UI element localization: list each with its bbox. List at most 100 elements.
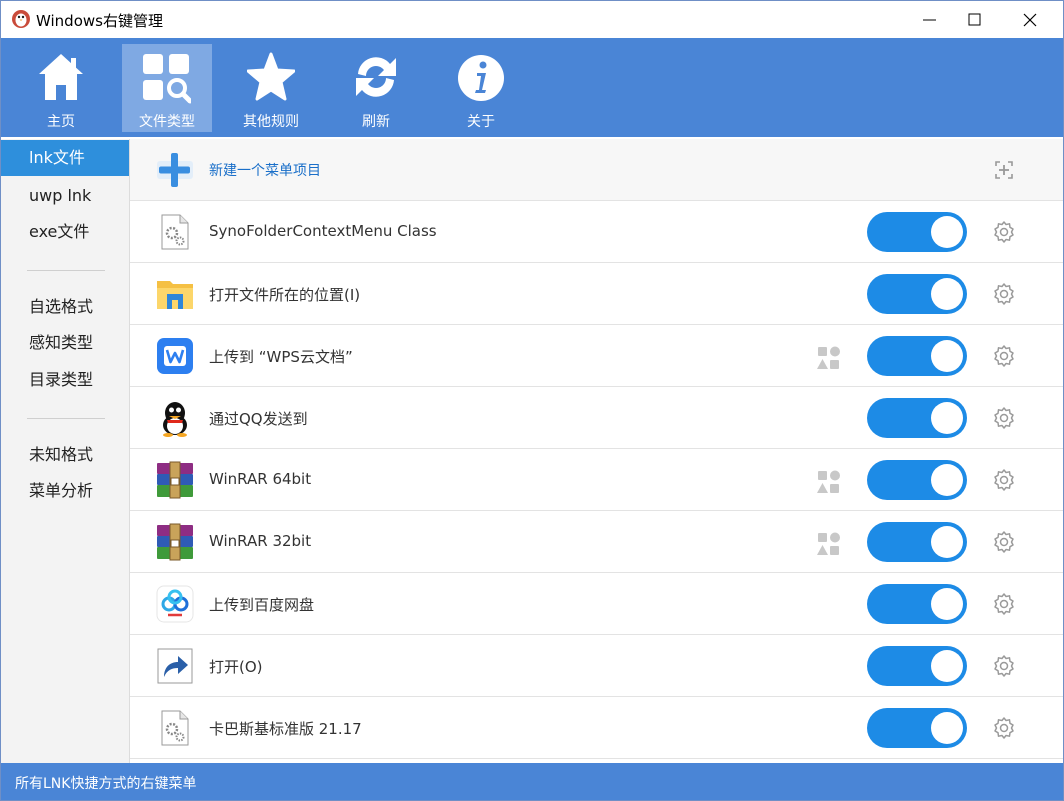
main-toolbar: 主页 文件类型 其他规则 刷新 关于 [1,38,1063,137]
toolbar-home-button[interactable]: 主页 [16,44,106,132]
app-window: Windows右键管理 主页 文件类型 其他规则 刷新 关于 lnk文件 uwp… [0,0,1064,801]
list-item: 卡巴斯基标准版 21.17 [130,697,1063,759]
toggle-knob [931,402,963,434]
add-menu-item-icon [157,153,193,187]
folder-icon [157,281,193,309]
sidebar-item-menu-analysis[interactable]: 菜单分析 [1,473,129,509]
enable-toggle[interactable] [867,398,967,438]
list-item: 通过QQ发送到 [130,387,1063,449]
enable-toggle[interactable] [867,274,967,314]
menu-item-label: SynoFolderContextMenu Class [209,222,437,240]
toggle-knob [931,588,963,620]
list-item: 打开(O) [130,635,1063,697]
toolbar-about-label: 关于 [467,114,495,130]
maximize-icon [968,13,981,26]
shapes-icon[interactable] [816,531,842,557]
toolbar-home-label: 主页 [47,114,75,130]
gear-file-icon [161,214,189,250]
enable-toggle[interactable] [867,212,967,252]
window-title: Windows右键管理 [36,12,163,30]
category-sidebar: lnk文件 uwp lnk exe文件 自选格式 感知类型 目录类型 未知格式 … [1,139,130,763]
toolbar-file-type-label: 文件类型 [139,114,195,130]
winrar-icon [157,461,193,499]
new-menu-item-row[interactable]: 新建一个菜单项目 [130,139,1063,201]
close-button[interactable] [1007,1,1052,38]
sidebar-item-directory-type[interactable]: 目录类型 [1,362,129,398]
menu-item-label: WinRAR 64bit [209,470,312,488]
enable-toggle[interactable] [867,646,967,686]
add-icon[interactable] [992,158,1016,182]
menu-item-label: 打开(O) [209,658,263,676]
status-text: 所有LNK快捷方式的右键菜单 [15,776,197,792]
toolbar-refresh-label: 刷新 [362,114,390,130]
sidebar-item-uwp-lnk[interactable]: uwp lnk [1,178,129,214]
gear-file-icon [161,710,189,746]
toolbar-about-button[interactable]: 关于 [436,44,526,132]
status-bar: 所有LNK快捷方式的右键菜单 [1,763,1063,800]
toolbar-refresh-button[interactable]: 刷新 [331,44,421,132]
toggle-knob [931,340,963,372]
menu-item-label: WinRAR 32bit [209,532,312,550]
list-item: SynoFolderContextMenu Class [130,201,1063,263]
sidebar-item-custom-format[interactable]: 自选格式 [1,289,129,325]
minimize-icon [923,19,936,21]
toggle-knob [931,650,963,682]
refresh-icon [356,57,396,97]
enable-toggle[interactable] [867,584,967,624]
shortcut-arrow-icon [157,648,193,684]
list-item: 打开文件所在的位置(I) [130,263,1063,325]
sidebar-divider [27,418,105,419]
winrar-icon [157,523,193,561]
menu-item-label: 卡巴斯基标准版 21.17 [209,720,362,738]
baidu-netdisk-icon [156,585,194,623]
toolbar-other-rules-button[interactable]: 其他规则 [226,44,316,132]
sidebar-item-lnk[interactable]: lnk文件 [1,140,129,176]
settings-gear-icon[interactable] [992,530,1016,554]
list-item: WinRAR 64bit [130,449,1063,511]
sidebar-item-exe[interactable]: exe文件 [1,214,129,250]
enable-toggle[interactable] [867,460,967,500]
settings-gear-icon[interactable] [992,344,1016,368]
toggle-knob [931,464,963,496]
maximize-button[interactable] [952,1,997,38]
menu-item-label: 通过QQ发送到 [209,410,308,428]
toggle-knob [931,278,963,310]
enable-toggle[interactable] [867,522,967,562]
new-menu-item-label: 新建一个菜单项目 [209,163,321,179]
enable-toggle[interactable] [867,336,967,376]
title-bar: Windows右键管理 [1,1,1063,38]
wps-icon [157,338,193,374]
sidebar-item-unknown-format[interactable]: 未知格式 [1,437,129,473]
settings-gear-icon[interactable] [992,716,1016,740]
list-item: WinRAR 32bit [130,511,1063,573]
star-icon [247,52,295,101]
toolbar-other-rules-label: 其他规则 [243,114,299,130]
qq-penguin-icon [163,402,187,437]
menu-item-label: 上传到 “WPS云文档” [209,348,353,366]
toggle-knob [931,216,963,248]
app-penguin-icon [12,10,30,28]
sidebar-item-perceived-type[interactable]: 感知类型 [1,325,129,361]
info-icon [458,55,504,101]
toggle-knob [931,526,963,558]
settings-gear-icon[interactable] [992,406,1016,430]
list-item: 上传到 “WPS云文档” [130,325,1063,387]
settings-gear-icon[interactable] [992,592,1016,616]
shapes-icon[interactable] [816,345,842,371]
close-icon [1023,13,1037,27]
menu-item-label: 上传到百度网盘 [209,596,315,614]
home-icon [39,54,83,100]
settings-gear-icon[interactable] [992,468,1016,492]
toolbar-file-type-button[interactable]: 文件类型 [122,44,212,132]
menu-item-list: 新建一个菜单项目 SynoFolderContextMenu Class 打开文… [130,139,1063,763]
settings-gear-icon[interactable] [992,282,1016,306]
settings-gear-icon[interactable] [992,654,1016,678]
sidebar-divider [27,270,105,271]
shapes-icon[interactable] [816,469,842,495]
menu-item-label: 打开文件所在的位置(I) [209,286,361,304]
file-type-icon [143,54,191,104]
minimize-button[interactable] [907,1,952,38]
enable-toggle[interactable] [867,708,967,748]
toggle-knob [931,712,963,744]
settings-gear-icon[interactable] [992,220,1016,244]
